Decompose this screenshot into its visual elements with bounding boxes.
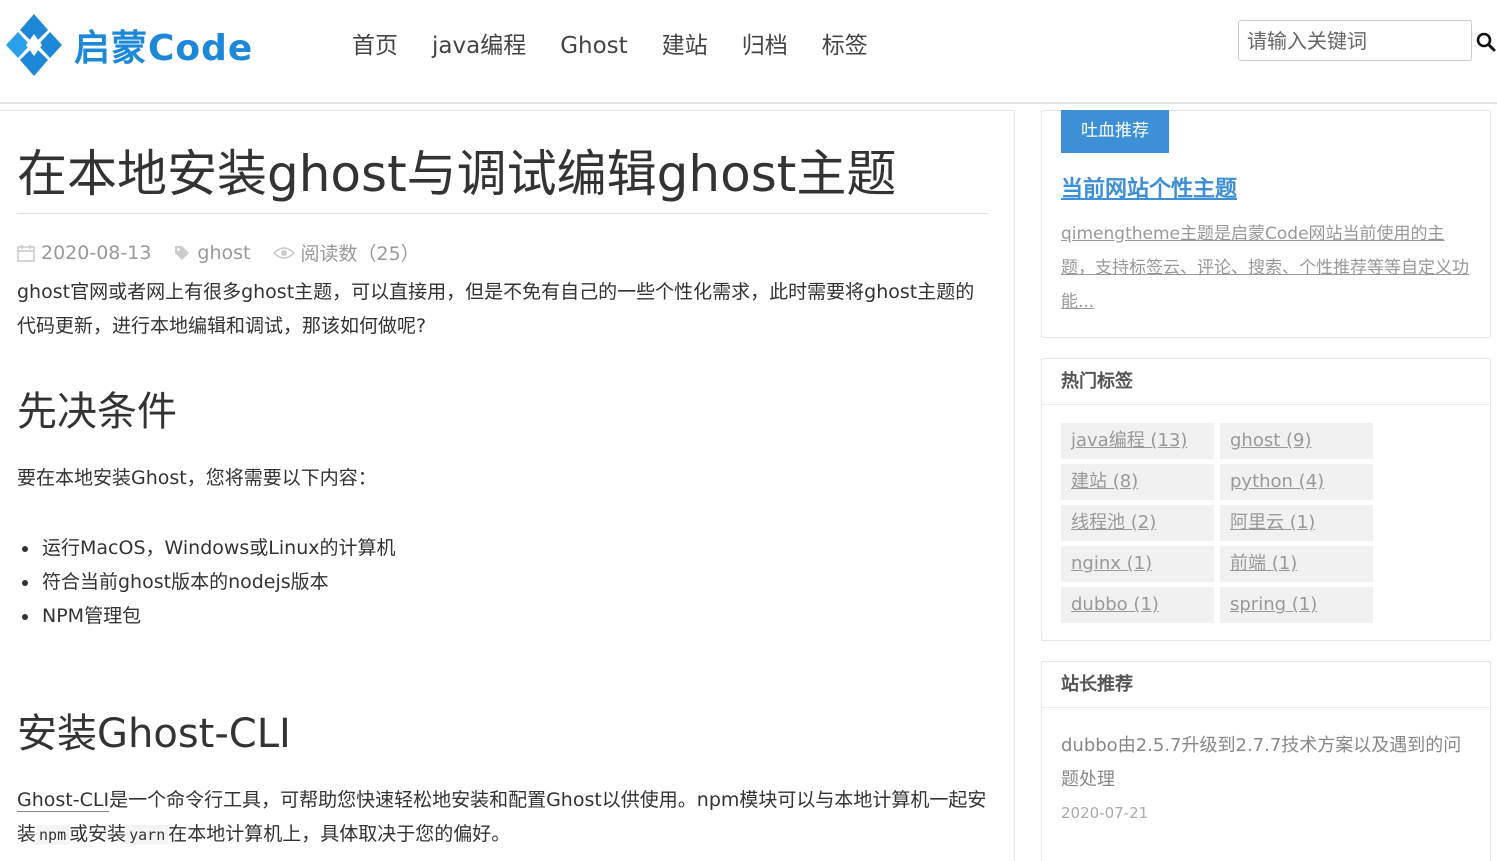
- recommend-desc-link[interactable]: qimengtheme主题是启蒙Code网站当前使用的主题，支持标签云、评论、搜…: [1061, 217, 1471, 319]
- ghost-cli-link[interactable]: Ghost-CLI: [17, 789, 110, 812]
- list-item: 符合当前ghost版本的nodejs版本: [17, 565, 396, 599]
- tag-thread-pool[interactable]: 线程池 (2): [1061, 505, 1214, 541]
- post-tag-text: ghost: [197, 241, 251, 264]
- nav-item-archive[interactable]: 归档: [742, 30, 788, 62]
- tag-build-site[interactable]: 建站 (8): [1061, 464, 1214, 500]
- post-meta: 2020-08-13 ghost 阅读数（25）: [17, 239, 442, 266]
- post-intro: ghost官网或者网上有很多ghost主题，可以直接用，但是不免有自己的一些个性…: [17, 281, 975, 337]
- prereq-text: 要在本地安装Ghost，您将需要以下内容：: [17, 467, 377, 489]
- tag-python[interactable]: python (4): [1220, 464, 1373, 500]
- pick-article-date: 2020-07-21: [1061, 804, 1149, 822]
- nav-item-tags[interactable]: 标签: [822, 30, 868, 62]
- pick-article-link[interactable]: dubbo由2.5.7升级到2.7.7技术方案以及遇到的问题处理: [1061, 729, 1471, 797]
- nav-item-java[interactable]: java编程: [432, 30, 526, 62]
- code-npm: npm: [36, 825, 70, 845]
- code-yarn: yarn: [126, 825, 169, 845]
- tag-spring[interactable]: spring (1): [1220, 587, 1373, 623]
- tag-java[interactable]: java编程 (13): [1061, 423, 1214, 459]
- tag-frontend[interactable]: 前端 (1): [1220, 546, 1373, 582]
- heading-install-cli: 安装Ghost-CLI: [17, 711, 291, 757]
- search-input[interactable]: [1238, 20, 1472, 61]
- post-content: 在本地安装ghost与调试编辑ghost主题 2020-08-13 ghost: [0, 110, 1015, 861]
- post-views-text: 阅读数（25）: [300, 243, 420, 265]
- install-text-2: 或安装: [69, 823, 127, 845]
- eye-icon: [272, 246, 295, 259]
- hot-tags-heading: 热门标签: [1042, 359, 1490, 405]
- post-date-text: 2020-08-13: [41, 241, 152, 264]
- tag-ghost[interactable]: ghost (9): [1220, 423, 1373, 459]
- tag-dubbo[interactable]: dubbo (1): [1061, 587, 1214, 623]
- site-header: 启蒙Code 首页 java编程 Ghost 建站 归档 标签: [0, 0, 1497, 104]
- post-title: 在本地安装ghost与调试编辑ghost主题: [17, 145, 897, 203]
- prereq-list: 运行MacOS，Windows或Linux的计算机 符合当前ghost版本的no…: [17, 531, 396, 633]
- nav-item-home[interactable]: 首页: [352, 30, 398, 62]
- picks-heading: 站长推荐: [1042, 662, 1490, 708]
- tag-aliyun[interactable]: 阿里云 (1): [1220, 505, 1373, 541]
- logo-icon: [6, 14, 62, 76]
- install-text-3: 在本地计算机上，具体取决于您的偏好。: [168, 823, 511, 845]
- recommend-badge: 吐血推荐: [1061, 110, 1169, 153]
- post-date: 2020-08-13: [17, 242, 151, 264]
- calendar-icon: [17, 244, 35, 262]
- post-tag[interactable]: ghost: [173, 241, 251, 264]
- picks-card: 站长推荐 dubbo由2.5.7升级到2.7.7技术方案以及遇到的问题处理 20…: [1041, 661, 1491, 861]
- tag-nginx[interactable]: nginx (1): [1061, 546, 1214, 582]
- search-icon[interactable]: [1476, 32, 1496, 52]
- recommend-card: 吐血推荐 当前网站个性主题 qimengtheme主题是启蒙Code网站当前使用…: [1041, 110, 1491, 338]
- list-item: 运行MacOS，Windows或Linux的计算机: [17, 531, 396, 565]
- site-logo[interactable]: 启蒙Code: [2, 10, 262, 80]
- title-divider: [17, 213, 989, 214]
- logo-text: 启蒙Code: [74, 28, 254, 69]
- recommend-title-link[interactable]: 当前网站个性主题: [1061, 171, 1237, 203]
- heading-prerequisites: 先决条件: [17, 389, 177, 435]
- post-views: 阅读数（25）: [272, 239, 420, 266]
- nav-item-ghost[interactable]: Ghost: [560, 30, 627, 62]
- hot-tags-card: 热门标签 java编程 (13) ghost (9) 建站 (8) python…: [1041, 358, 1491, 641]
- tag-icon: [175, 245, 190, 260]
- list-item: NPM管理包: [17, 599, 396, 633]
- install-paragraph: Ghost-CLI是一个命令行工具，可帮助您快速轻松地安装和配置Ghost以供使…: [17, 783, 987, 852]
- nav-item-build-site[interactable]: 建站: [662, 30, 708, 62]
- main-nav: 首页 java编程 Ghost 建站 归档 标签: [352, 30, 902, 62]
